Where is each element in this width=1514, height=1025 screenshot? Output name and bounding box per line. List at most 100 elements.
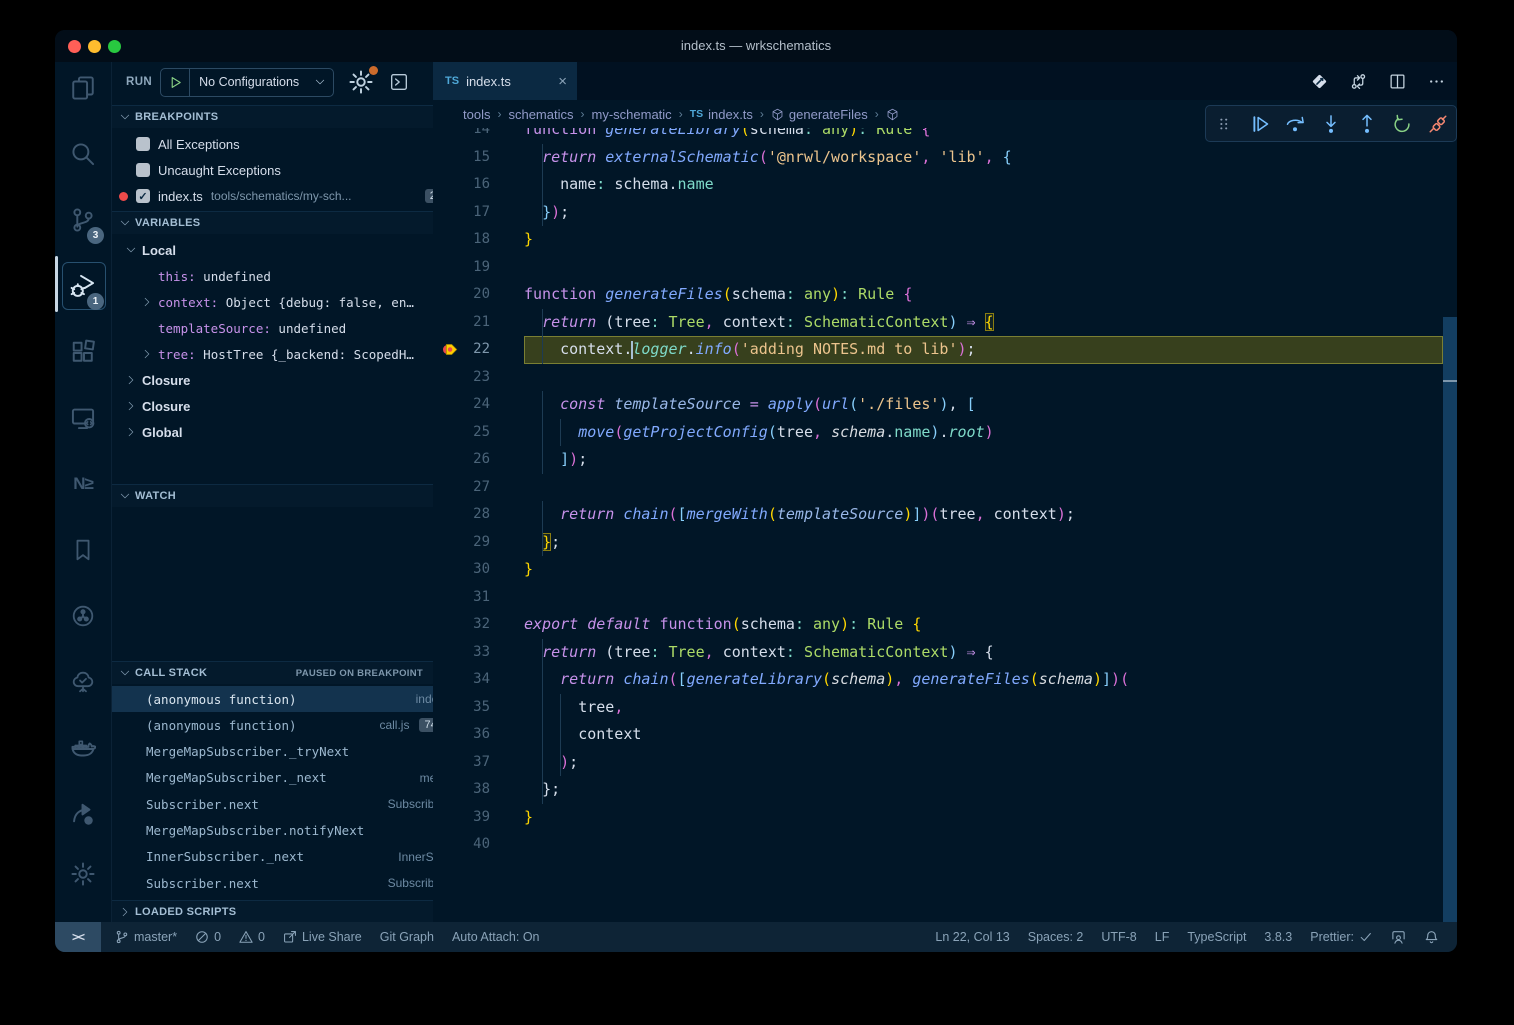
status-eol[interactable]: LF	[1155, 930, 1170, 944]
callstack-frame[interactable]: Subscriber.nextSubscriber.ts	[112, 791, 467, 817]
code-line-20[interactable]: 20function generateFiles(schema: any): R…	[433, 281, 1457, 309]
breakpoint-row[interactable]: ✓index.tstools/schematics/my-sch...22	[112, 183, 457, 209]
code-line-32[interactable]: 32export default function(schema: any): …	[433, 611, 1457, 639]
remote-indicator[interactable]: ><	[55, 922, 101, 952]
callstack-frame[interactable]: MergeMapSubscriber._nextmerg...	[112, 765, 467, 791]
split-editor-icon[interactable]	[1389, 73, 1406, 90]
status-auto-attach[interactable]: Auto Attach: On	[452, 930, 540, 944]
variable-row[interactable]: Local	[112, 237, 447, 263]
launch-configuration-dropdown[interactable]: No Configurations	[160, 68, 334, 97]
activity-item-explorer[interactable]	[55, 62, 111, 114]
breadcrumb-item[interactable]: generateFiles	[771, 107, 868, 122]
variable-row[interactable]: context: Object {debug: false, en…	[112, 289, 463, 315]
code-line-39[interactable]: 39}	[433, 804, 1457, 832]
start-debugging-icon[interactable]	[161, 69, 190, 96]
activity-item-bookmarks[interactable]	[55, 524, 111, 576]
drag-handle-button[interactable]	[1209, 109, 1239, 139]
code-line-16[interactable]: 16 name: schema.name	[433, 171, 1457, 199]
continue-button[interactable]	[1245, 109, 1275, 139]
scrollbar-thumb[interactable]	[1443, 317, 1457, 922]
code-line-19[interactable]: 19	[433, 254, 1457, 282]
diff-diamond-icon[interactable]	[1311, 73, 1328, 90]
chevron-down-icon[interactable]	[126, 245, 136, 255]
callstack-frame[interactable]: MergeMapSubscriber._tryNextm...	[112, 739, 467, 765]
chevron-right-icon[interactable]	[126, 375, 136, 385]
code-line-23[interactable]: 23	[433, 364, 1457, 392]
code-line-34[interactable]: 34 return chain([generateLibrary(schema)…	[433, 666, 1457, 694]
status-language-mode[interactable]: TypeScript	[1187, 930, 1246, 944]
status-errors[interactable]: 0	[195, 930, 221, 944]
section-header-breakpoints[interactable]: BREAKPOINTS	[112, 105, 433, 128]
code-line-18[interactable]: 18}	[433, 226, 1457, 254]
breadcrumb-item[interactable]: my-schematic	[592, 107, 672, 122]
status-cursor-position[interactable]: Ln 22, Col 13	[935, 930, 1009, 944]
code-line-27[interactable]: 27	[433, 474, 1457, 502]
activity-item-test-explorer[interactable]	[55, 656, 111, 708]
step-out-button[interactable]	[1352, 109, 1382, 139]
activity-item-git-history[interactable]	[55, 590, 111, 642]
status-notifications[interactable]	[1424, 930, 1439, 945]
status-encoding[interactable]: UTF-8	[1101, 930, 1136, 944]
chevron-right-icon[interactable]	[126, 401, 136, 411]
section-header-variables[interactable]: VARIABLES	[112, 211, 433, 234]
code-line-33[interactable]: 33 return (tree: Tree, context: Schemati…	[433, 639, 1457, 667]
activity-item-run-and-debug[interactable]: 1	[55, 260, 111, 312]
step-into-button[interactable]	[1316, 109, 1346, 139]
callstack-frame[interactable]: (anonymous function)call.js74:24	[112, 712, 467, 738]
activity-item-remote-explorer[interactable]	[55, 392, 111, 444]
breakpoint-checkbox[interactable]	[136, 163, 150, 177]
open-debug-console-icon[interactable]	[390, 73, 408, 91]
section-header-watch[interactable]: WATCH	[112, 484, 433, 507]
step-over-button[interactable]	[1280, 109, 1310, 139]
activity-item-source-control[interactable]: 3	[55, 194, 111, 246]
code-line-38[interactable]: 38 };	[433, 776, 1457, 804]
status-git-graph[interactable]: Git Graph	[380, 930, 434, 944]
code-line-24[interactable]: 24 const templateSource = apply(url('./f…	[433, 391, 1457, 419]
section-header-call-stack[interactable]: CALL STACKPAUSED ON BREAKPOINT	[112, 661, 433, 684]
status-live-share[interactable]: Live Share	[283, 930, 362, 944]
breadcrumb-item[interactable]	[886, 108, 904, 121]
code-line-21[interactable]: 21 return (tree: Tree, context: Schemati…	[433, 309, 1457, 337]
code-line-28[interactable]: 28 return chain([mergeWith(templateSourc…	[433, 501, 1457, 529]
code-line-17[interactable]: 17 });	[433, 199, 1457, 227]
activity-item-search[interactable]	[55, 128, 111, 180]
status-git-branch[interactable]: master*	[115, 930, 177, 944]
git-compare-icon[interactable]	[1350, 73, 1367, 90]
code-line-40[interactable]: 40	[433, 831, 1457, 859]
breakpoint-checkbox[interactable]	[136, 137, 150, 151]
variable-row[interactable]: Closure	[112, 393, 447, 419]
callstack-frame[interactable]: MergeMapSubscriber.notifyNext...	[112, 818, 467, 844]
breadcrumb-item[interactable]: tools	[463, 107, 490, 122]
code-line-25[interactable]: 25 move(getProjectConfig(tree, schema.na…	[433, 419, 1457, 447]
variable-row[interactable]: Closure	[112, 367, 447, 393]
editor-scrollbar[interactable]	[1443, 128, 1457, 922]
status-ts-version[interactable]: 3.8.3	[1264, 930, 1292, 944]
code-line-29[interactable]: 29 };	[433, 529, 1457, 557]
chevron-right-icon[interactable]	[142, 297, 152, 307]
code-line-30[interactable]: 30}	[433, 556, 1457, 584]
variable-row[interactable]: Global	[112, 419, 447, 445]
restart-button[interactable]	[1387, 109, 1417, 139]
chevron-right-icon[interactable]	[126, 427, 136, 437]
code-line-36[interactable]: 36 context	[433, 721, 1457, 749]
variable-row[interactable]: this: undefined	[112, 263, 463, 289]
disconnect-button[interactable]	[1423, 109, 1453, 139]
status-prettier[interactable]: Prettier:	[1310, 930, 1373, 944]
configure-gear-icon[interactable]	[348, 69, 374, 95]
ellipsis-icon[interactable]	[1428, 73, 1445, 90]
activity-item-nx-console[interactable]: N≥	[55, 458, 111, 510]
section-header-loaded-scripts[interactable]: LOADED SCRIPTS	[112, 900, 433, 923]
variable-row[interactable]: tree: HostTree {_backend: ScopedH…	[112, 341, 463, 367]
breakpoint-checkbox[interactable]: ✓	[136, 189, 150, 203]
chevron-right-icon[interactable]	[142, 349, 152, 359]
activity-item-extensions[interactable]	[55, 326, 111, 378]
manage-button[interactable]	[55, 848, 111, 900]
breadcrumb-item[interactable]: TSindex.ts	[690, 107, 753, 122]
variable-row[interactable]: templateSource: undefined	[112, 315, 463, 341]
code-line-22[interactable]: 22 context.logger.info('adding NOTES.md …	[433, 336, 1457, 364]
status-indentation[interactable]: Spaces: 2	[1028, 930, 1084, 944]
activity-item-docker[interactable]	[55, 722, 111, 774]
breakpoint-row[interactable]: Uncaught Exceptions	[112, 157, 457, 183]
code-line-35[interactable]: 35 tree,	[433, 694, 1457, 722]
activity-item-project-share[interactable]	[55, 788, 111, 840]
